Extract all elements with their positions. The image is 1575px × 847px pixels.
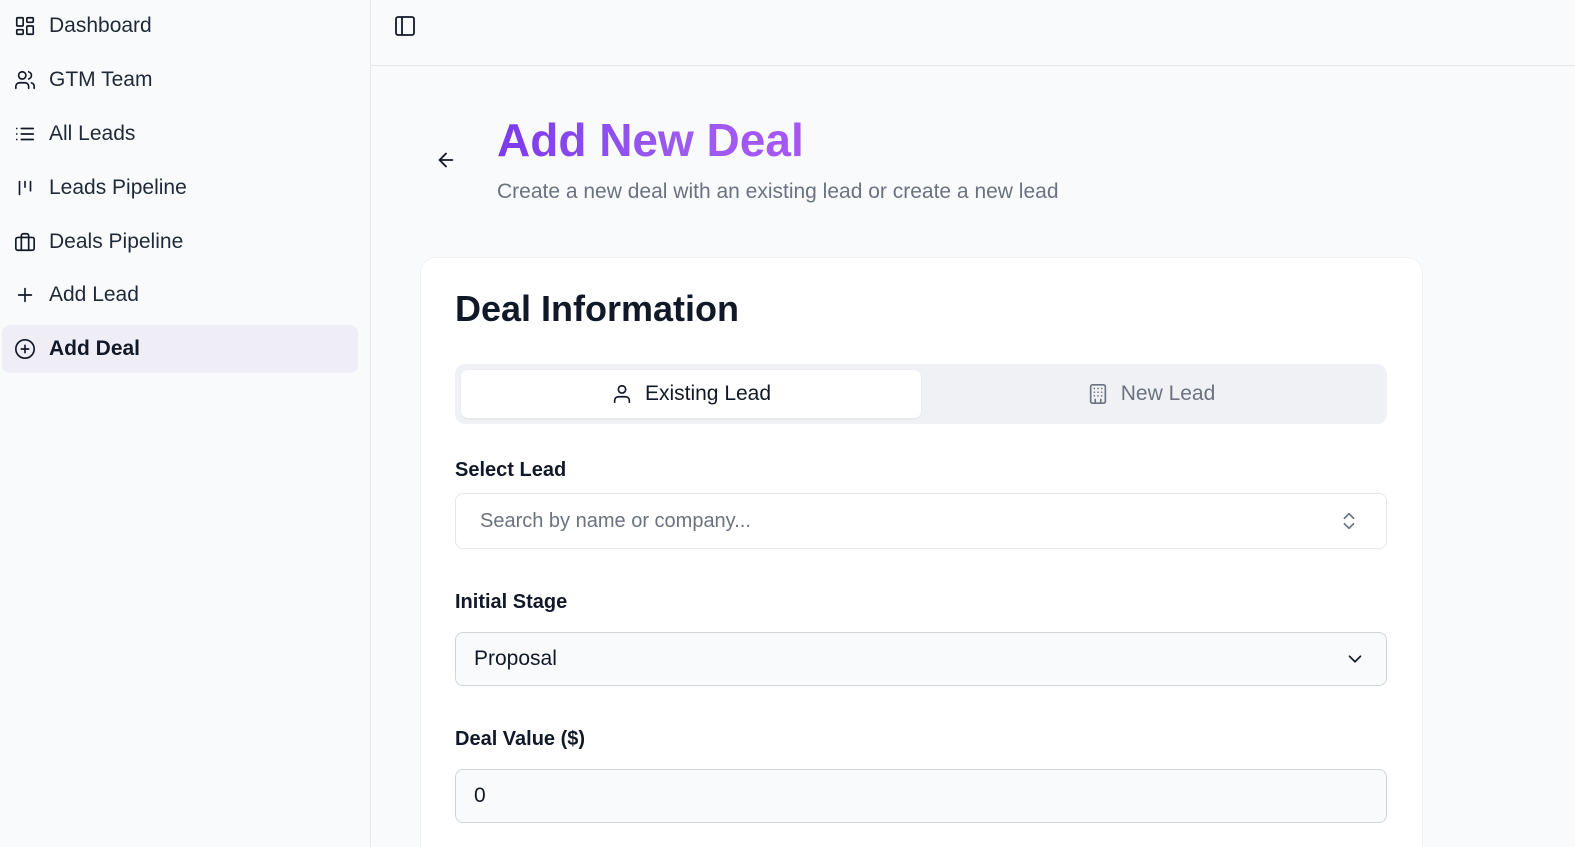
sidebar: Dashboard GTM Team All Leads Leads Pipel…: [0, 0, 371, 847]
tab-label: New Lead: [1120, 382, 1216, 405]
dashboard-icon: [14, 15, 36, 37]
back-button[interactable]: [432, 146, 460, 174]
sidebar-toggle-button[interactable]: [391, 12, 419, 40]
building-icon: [1087, 383, 1109, 405]
sidebar-item-gtm-team[interactable]: GTM Team: [2, 56, 358, 104]
sidebar-item-label: Add Deal: [49, 337, 141, 360]
page-title: Add New Deal: [497, 114, 804, 166]
sidebar-item-all-leads[interactable]: All Leads: [2, 110, 358, 158]
user-icon: [611, 383, 633, 405]
top-bar: [371, 0, 1575, 66]
sidebar-item-add-deal[interactable]: Add Deal: [2, 325, 358, 373]
tab-label: Existing Lead: [644, 382, 772, 405]
initial-stage-select[interactable]: Proposal: [455, 632, 1387, 686]
lead-type-tabs: Existing Lead New Lead: [455, 364, 1387, 424]
sidebar-item-label: Add Lead: [49, 283, 139, 306]
card-title: Deal Information: [455, 288, 740, 329]
sidebar-item-leads-pipeline[interactable]: Leads Pipeline: [2, 164, 358, 212]
initial-stage-label: Initial Stage: [455, 591, 568, 613]
sidebar-item-add-lead[interactable]: Add Lead: [2, 271, 358, 319]
panel-left-icon: [393, 14, 417, 38]
arrow-left-icon: [435, 149, 457, 171]
deal-value-label: Deal Value ($): [455, 728, 586, 750]
sidebar-item-label: All Leads: [49, 122, 136, 145]
initial-stage-value: Proposal: [474, 647, 557, 670]
deal-value-input[interactable]: [455, 769, 1387, 823]
briefcase-icon: [14, 231, 36, 253]
deal-information-card: [420, 257, 1423, 847]
sidebar-item-label: GTM Team: [49, 68, 153, 91]
select-lead-combobox[interactable]: Search by name or company...: [455, 493, 1387, 549]
plus-icon: [14, 284, 36, 306]
tab-new-lead[interactable]: New Lead: [921, 370, 1381, 418]
sidebar-item-label: Dashboard: [49, 14, 152, 37]
list-icon: [14, 123, 36, 145]
kanban-icon: [14, 177, 36, 199]
sidebar-item-deals-pipeline[interactable]: Deals Pipeline: [2, 218, 358, 266]
chevrons-up-down-icon: [1338, 510, 1360, 532]
sidebar-item-label: Leads Pipeline: [49, 176, 187, 199]
sidebar-item-dashboard[interactable]: Dashboard: [2, 2, 358, 50]
sidebar-item-label: Deals Pipeline: [49, 230, 184, 253]
page-subtitle: Create a new deal with an existing lead …: [497, 180, 1059, 203]
plus-circle-icon: [14, 338, 36, 360]
chevron-down-icon: [1344, 648, 1366, 670]
select-lead-label: Select Lead: [455, 459, 567, 481]
users-icon: [14, 69, 36, 91]
tab-existing-lead[interactable]: Existing Lead: [461, 370, 921, 418]
select-lead-placeholder: Search by name or company...: [480, 509, 751, 532]
